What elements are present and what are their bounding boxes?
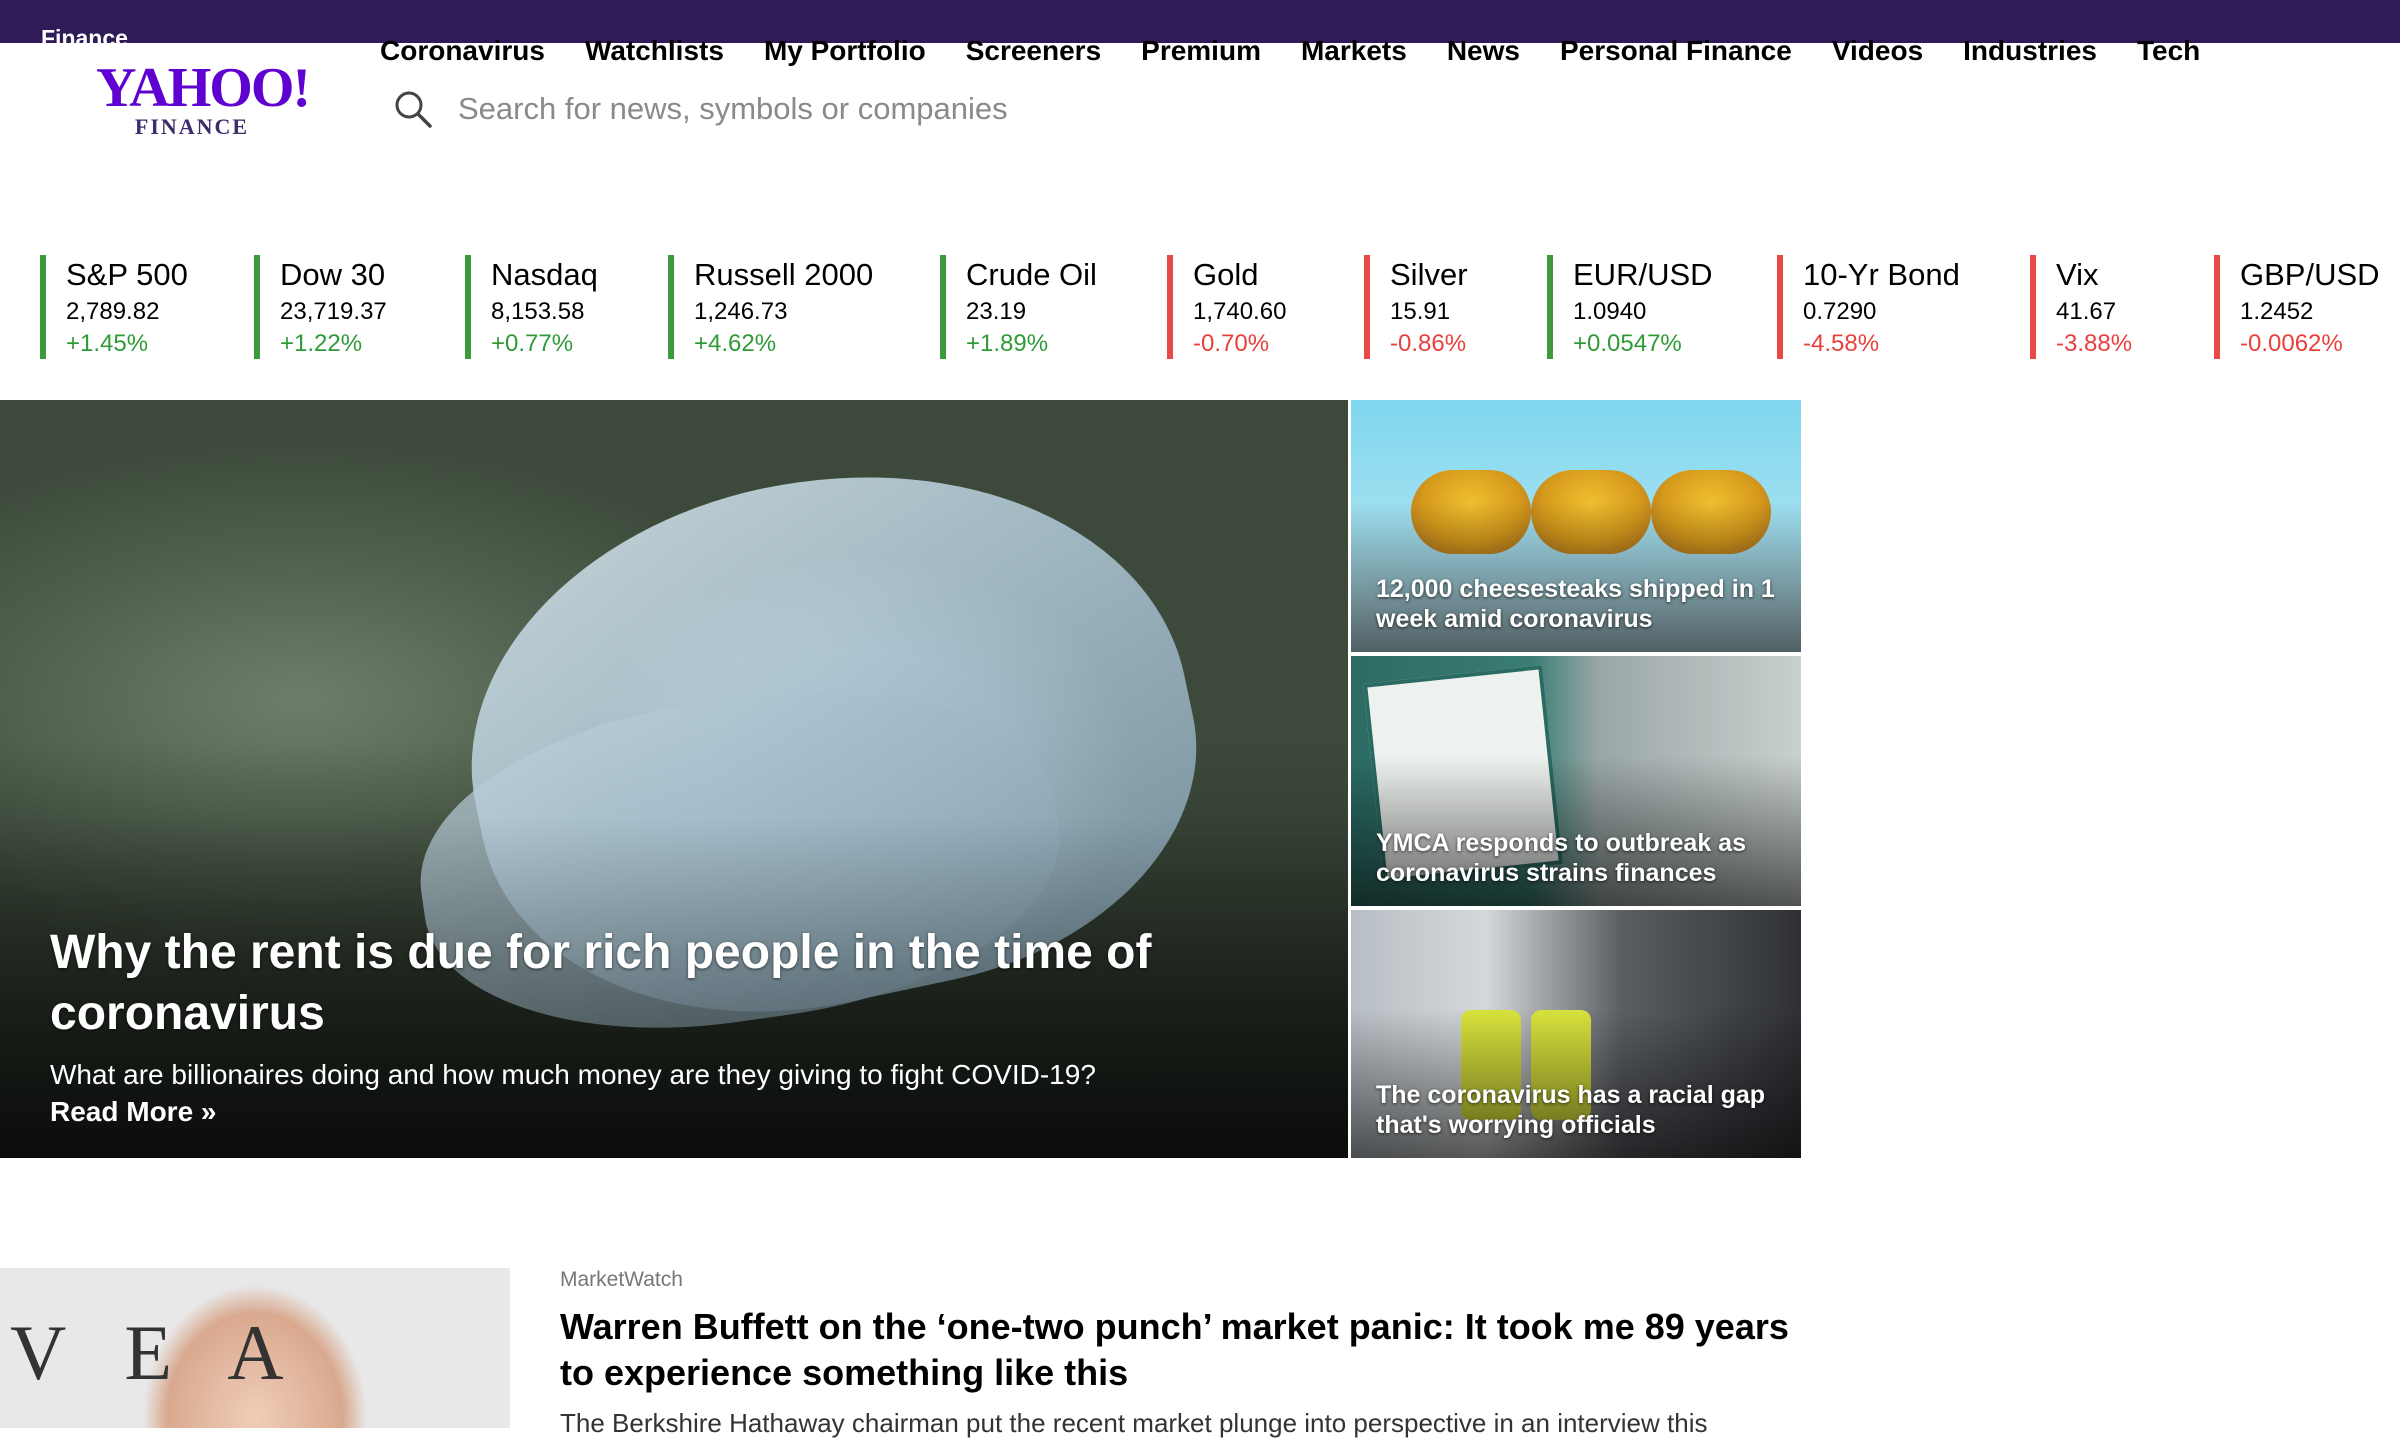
hero-summary: What are billionaires doing and how much… [50, 1059, 1096, 1090]
quote-price: 23,719.37 [280, 298, 387, 325]
story-thumbnail[interactable]: V E A [0, 1268, 510, 1428]
quote-name: Silver [1390, 257, 1468, 292]
quote-price: 41.67 [2056, 298, 2117, 325]
side-story-cheesesteaks[interactable]: 12,000 cheesesteaks shipped in 1 week am… [1351, 400, 1801, 652]
quote-trend-bar [1777, 255, 1783, 359]
quote-trend-bar [940, 255, 946, 359]
hero-image-shade [0, 400, 1348, 1158]
hero-read-more-link[interactable]: Read More » [50, 1094, 217, 1130]
quote-nasdaq[interactable]: Nasdaq 8,153.58 +0.77% [465, 255, 598, 359]
side-story-caption[interactable]: YMCA responds to outbreak as coronavirus… [1376, 828, 1776, 888]
story-headline[interactable]: Warren Buffett on the ‘one-two punch’ ma… [560, 1304, 1800, 1396]
story-excerpt: The Berkshire Hathaway chairman put the … [560, 1408, 1708, 1438]
quote-change: -0.70% [1193, 330, 1270, 357]
quote-russell2000[interactable]: Russell 2000 1,246.73 +4.62% [668, 255, 873, 359]
quote-change: +1.45% [66, 330, 149, 357]
quote-trend-bar [40, 255, 46, 359]
nav-item-my-portfolio[interactable]: My Portfolio [764, 34, 926, 68]
quote-change: +1.89% [966, 330, 1049, 357]
quote-price: 23.19 [966, 298, 1027, 325]
quote-change: -0.0062% [2240, 330, 2343, 357]
quote-name: Crude Oil [966, 257, 1097, 292]
side-story-racial-gap[interactable]: The coronavirus has a racial gap that's … [1351, 910, 1801, 1158]
quote-trend-bar [1547, 255, 1553, 359]
quote-change: -4.58% [1803, 330, 1880, 357]
nav-item-markets[interactable]: Markets [1301, 34, 1407, 68]
side-story-caption[interactable]: 12,000 cheesesteaks shipped in 1 week am… [1376, 574, 1776, 634]
quote-change: -0.86% [1390, 330, 1467, 357]
nav-item-news[interactable]: News [1447, 34, 1520, 68]
quote-name: Dow 30 [280, 257, 386, 292]
quote-name: EUR/USD [1573, 257, 1713, 292]
yahoo-finance-logo[interactable]: YAHOO! FINANCE [96, 57, 311, 140]
quote-name: 10-Yr Bond [1803, 257, 1960, 292]
quote-price: 8,153.58 [491, 298, 585, 325]
quote-name: Nasdaq [491, 257, 598, 292]
quote-name: Gold [1193, 257, 1259, 292]
quote-10yr-bond[interactable]: 10-Yr Bond 0.7290 -4.58% [1777, 255, 1960, 359]
topbar-label: Finance [41, 28, 128, 43]
hero-title[interactable]: Why the rent is due for rich people in t… [50, 922, 1270, 1044]
quote-gbp-usd[interactable]: GBP/USD 1.2452 -0.0062% [2214, 255, 2380, 359]
quote-sp500[interactable]: S&P 500 2,789.82 +1.45% [40, 255, 188, 359]
quote-name: S&P 500 [66, 257, 188, 292]
hero-story[interactable]: Why the rent is due for rich people in t… [0, 400, 1348, 1158]
quote-change: +4.62% [694, 330, 777, 357]
quote-trend-bar [254, 255, 260, 359]
quote-price: 1.0940 [1573, 298, 1647, 325]
quote-silver[interactable]: Silver 15.91 -0.86% [1364, 255, 1468, 359]
nav-item-industries[interactable]: Industries [1963, 34, 2097, 68]
side-story-ymca[interactable]: YMCA responds to outbreak as coronavirus… [1351, 656, 1801, 906]
search-input[interactable] [456, 90, 1256, 128]
nav-item-screeners[interactable]: Screeners [966, 34, 1101, 68]
quote-change: +0.77% [491, 330, 574, 357]
nav-item-watchlists[interactable]: Watchlists [585, 34, 724, 68]
logo-yahoo-text: YAHOO! [96, 57, 311, 119]
quote-price: 1,246.73 [694, 298, 788, 325]
quote-trend-bar [2214, 255, 2220, 359]
thumbnail-letters-decoration: V E A [10, 1309, 304, 1396]
side-story-caption[interactable]: The coronavirus has a racial gap that's … [1376, 1080, 1776, 1140]
story-source: MarketWatch [560, 1268, 683, 1291]
quote-price: 1,740.60 [1193, 298, 1287, 325]
quote-price: 0.7290 [1803, 298, 1877, 325]
nav-item-personal-finance[interactable]: Personal Finance [1560, 34, 1792, 68]
quote-trend-bar [2030, 255, 2036, 359]
quote-dow30[interactable]: Dow 30 23,719.37 +1.22% [254, 255, 387, 359]
quote-change: -3.88% [2056, 330, 2133, 357]
quote-eur-usd[interactable]: EUR/USD 1.0940 +0.0547% [1547, 255, 1713, 359]
nav-item-tech[interactable]: Tech [2137, 34, 2200, 68]
quote-vix[interactable]: Vix 41.67 -3.88% [2030, 255, 2132, 359]
nav-item-coronavirus[interactable]: Coronavirus [380, 34, 545, 68]
quote-crude-oil[interactable]: Crude Oil 23.19 +1.89% [940, 255, 1097, 359]
nav-item-videos[interactable]: Videos [1832, 34, 1923, 68]
quote-price: 1.2452 [2240, 298, 2314, 325]
nav-item-premium[interactable]: Premium [1141, 34, 1261, 68]
quote-trend-bar [668, 255, 674, 359]
quote-trend-bar [1364, 255, 1370, 359]
quote-name: GBP/USD [2240, 257, 2380, 292]
search-bar [392, 84, 1292, 134]
main-nav: Coronavirus Watchlists My Portfolio Scre… [380, 34, 2240, 68]
quote-name: Russell 2000 [694, 257, 874, 292]
market-ticker: S&P 500 2,789.82 +1.45% Dow 30 23,719.37… [0, 255, 2400, 359]
quote-trend-bar [1167, 255, 1173, 359]
quote-change: +1.22% [280, 330, 363, 357]
search-icon[interactable] [392, 88, 434, 130]
news-list-item[interactable]: V E A MarketWatch Warren Buffett on the … [0, 1268, 1800, 1438]
quote-gold[interactable]: Gold 1,740.60 -0.70% [1167, 255, 1286, 359]
quote-name: Vix [2056, 257, 2099, 292]
quote-price: 2,789.82 [66, 298, 160, 325]
quote-change: +0.0547% [1573, 330, 1682, 357]
quote-price: 15.91 [1390, 298, 1451, 325]
quote-trend-bar [465, 255, 471, 359]
